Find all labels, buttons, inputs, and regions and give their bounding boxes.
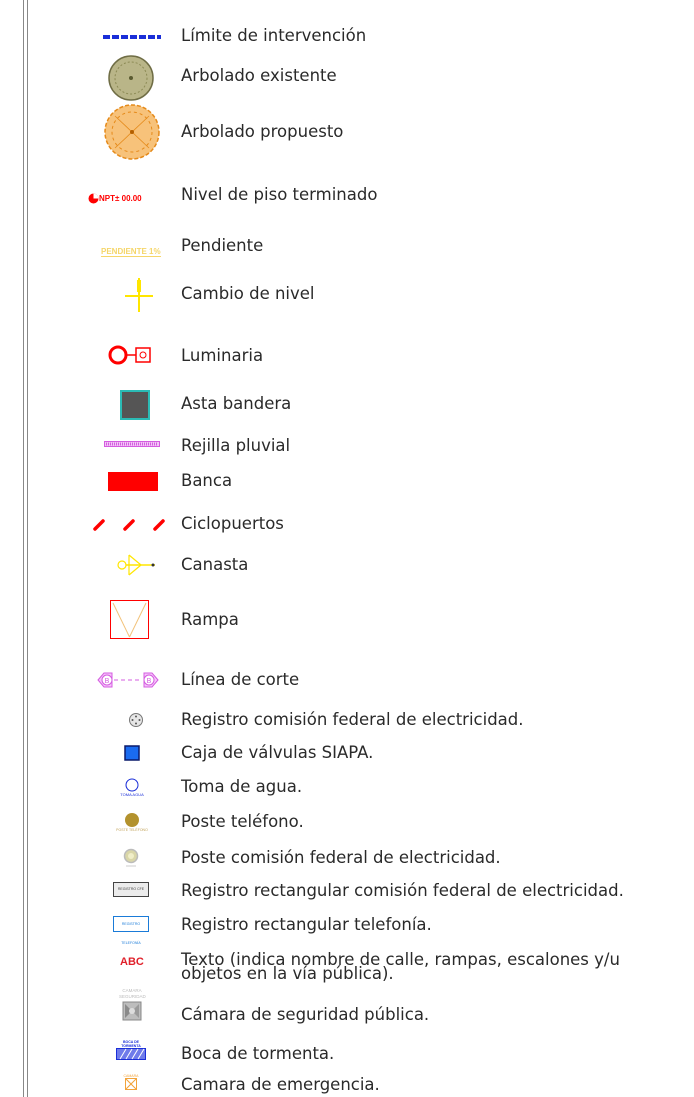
legend-label: Boca de tormenta.	[181, 1044, 335, 1063]
section-line-icon: B B	[97, 672, 159, 688]
legend-label: Registro rectangular comisión federal de…	[181, 881, 624, 900]
legend-label: Arbolado propuesto	[181, 122, 344, 141]
legend-label: Banca	[181, 471, 233, 490]
legend-label: Camara de emergencia.	[181, 1075, 380, 1094]
valve-box-icon	[124, 745, 140, 761]
basket-icon	[117, 554, 155, 576]
water-intake-icon: TOMA AGUA	[114, 778, 150, 797]
phone-rect-register-icon: REGISTRO TELEFONÍA	[113, 916, 149, 945]
boundary-line-icon	[103, 35, 161, 39]
slope-icon: PENDIENTE 1%	[101, 239, 161, 258]
section-letter-left: B	[105, 678, 110, 685]
legend-label: Rampa	[181, 610, 239, 629]
legend-label: Registro comisión federal de electricida…	[181, 710, 524, 729]
bike-rack-icon	[93, 519, 165, 531]
existing-tree-icon	[108, 55, 154, 101]
legend-label: Poste comisión federal de electricidad.	[181, 848, 501, 867]
phone-pole-text: POSTE TELÉFONO	[116, 828, 148, 832]
emergency-camera-icon: CAMARA	[118, 1074, 144, 1090]
legend-label: Toma de agua.	[181, 777, 303, 796]
legend-label: Nivel de piso terminado	[181, 185, 378, 204]
legend-label: Pendiente	[181, 236, 264, 255]
storm-drain-text: BOCA DE TORMENTA	[121, 1040, 141, 1048]
water-intake-text: TOMA AGUA	[120, 792, 144, 797]
cfe-register-icon	[129, 713, 143, 727]
cfe-rect-register-icon: REGISTRO CFE	[113, 882, 149, 897]
legend-label: Arbolado existente	[181, 66, 337, 85]
legend-label: Luminaria	[181, 346, 264, 365]
sheet-border	[23, 0, 28, 1097]
legend-label: Caja de válvulas SIAPA.	[181, 743, 374, 762]
cfe-pole-icon	[123, 848, 139, 867]
security-camera-text: CAMARA SEGURIDAD	[119, 988, 146, 999]
flagpole-icon	[120, 390, 150, 420]
storm-grate-icon	[104, 441, 160, 447]
text-icon: ABC	[120, 956, 144, 968]
legend-label: Cámara de seguridad pública.	[181, 1005, 430, 1024]
level-change-icon	[125, 278, 153, 312]
legend-label: Ciclopuertos	[181, 514, 284, 533]
legend-label: Asta bandera	[181, 394, 292, 413]
cfe-rect-register-text: REGISTRO CFE	[117, 887, 145, 891]
bench-icon	[108, 472, 158, 491]
legend-label: Poste teléfono.	[181, 812, 304, 831]
legend-label: Rejilla pluvial	[181, 436, 291, 455]
phone-rect-register-text: REGISTRO TELEFONÍA	[121, 922, 141, 945]
legend-label: Cambio de nivel	[181, 284, 315, 303]
legend-label: Límite de intervención	[181, 26, 367, 45]
slope-text: PENDIENTE 1%	[101, 247, 161, 257]
legend-label: Línea de corte	[181, 670, 300, 689]
storm-drain-icon: BOCA DE TORMENTA	[113, 1040, 149, 1060]
luminaire-icon	[108, 345, 151, 365]
phone-pole-icon: POSTE TELÉFONO	[112, 812, 152, 832]
legend-label: Canasta	[181, 555, 249, 574]
security-camera-icon: CAMARA SEGURIDAD	[112, 988, 152, 1021]
legend-label: Registro rectangular telefonía.	[181, 915, 432, 934]
proposed-tree-icon	[104, 104, 160, 160]
ramp-icon	[110, 600, 149, 639]
floor-level-text: NPT± 00.00	[99, 194, 142, 203]
floor-level-icon: NPT± 00.00	[88, 188, 142, 207]
legend-label-cont: objetos en la vía pública).	[181, 964, 394, 983]
emergency-camera-text: CAMARA	[123, 1074, 139, 1078]
section-letter-right: B	[147, 678, 152, 685]
